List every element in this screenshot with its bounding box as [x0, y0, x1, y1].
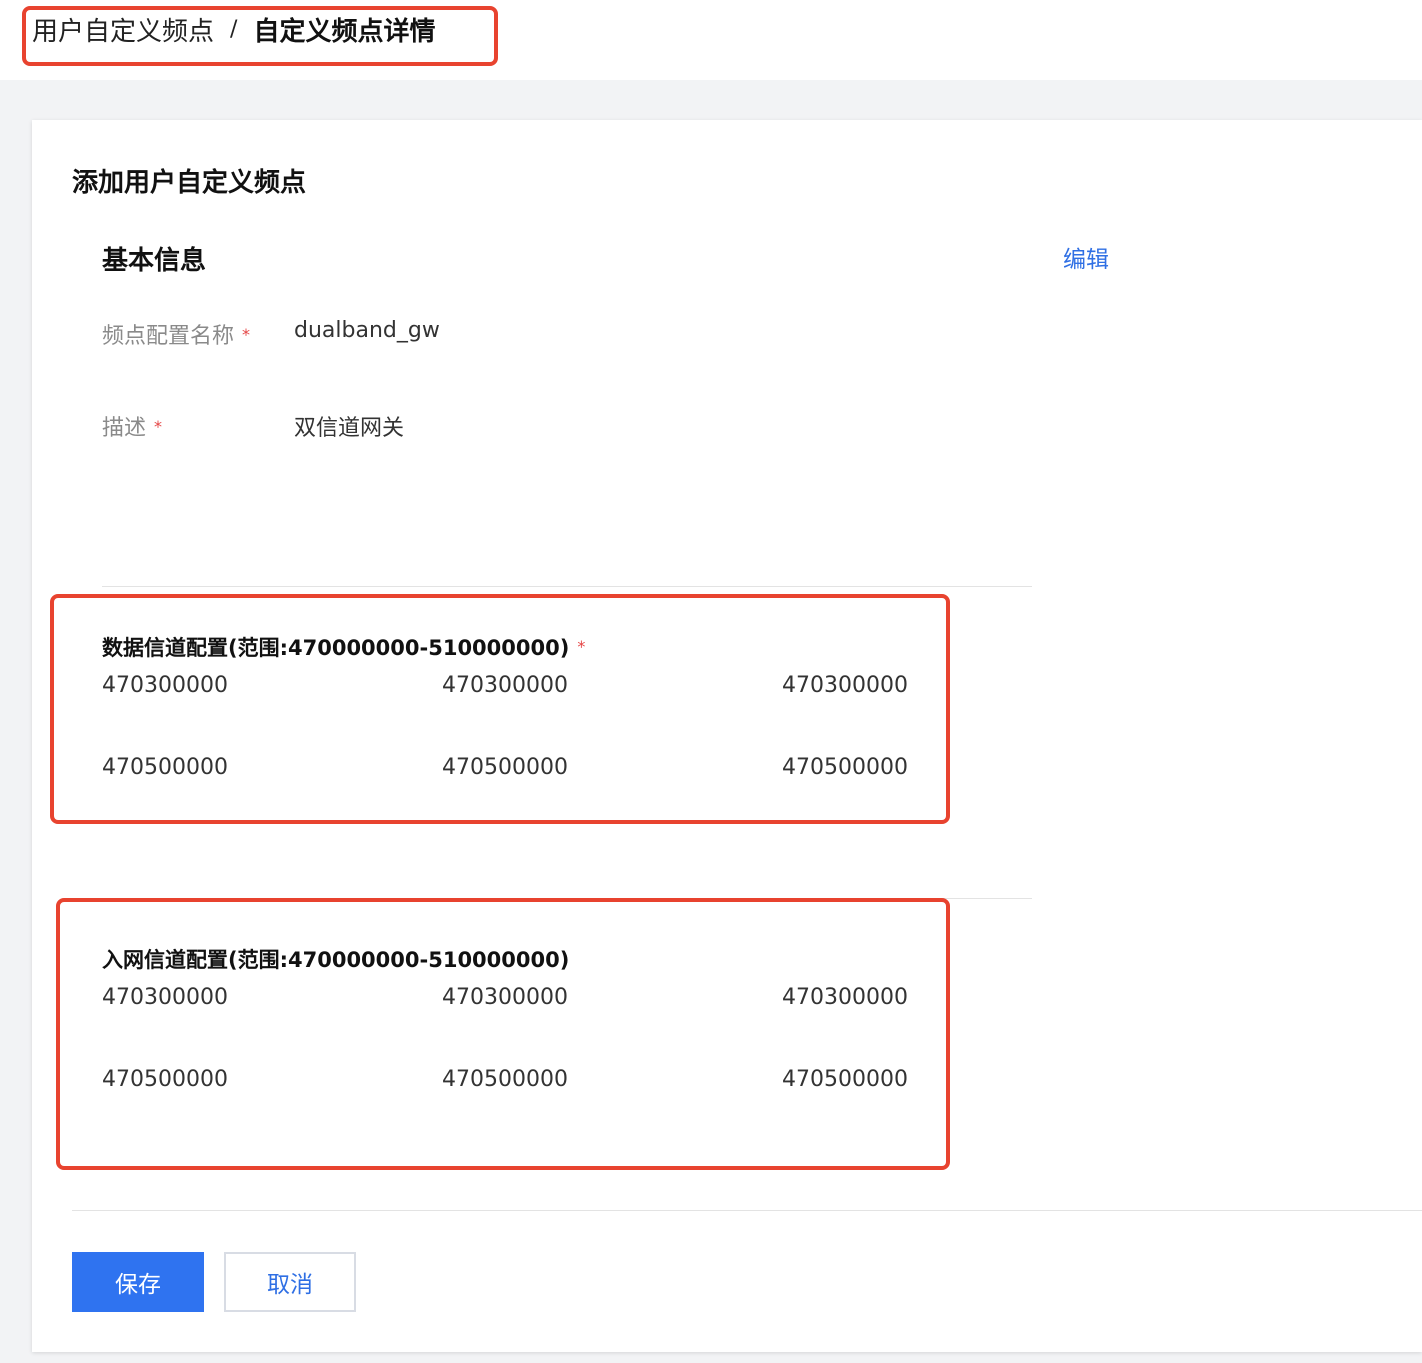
- breadcrumb-current: 自定义频点详情: [253, 16, 436, 47]
- join-channel-title: 入网信道配置(范围:470000000-510000000): [102, 948, 570, 972]
- join-channel-freq: 470300000: [782, 985, 908, 1010]
- data-channel-title: 数据信道配置(范围:470000000-510000000) *: [102, 632, 585, 662]
- description-label: 描述 *: [102, 410, 162, 442]
- data-channel-title-text: 数据信道配置(范围:470000000-510000000): [102, 636, 570, 660]
- config-name-value: dualband_gw: [294, 318, 440, 343]
- cancel-button[interactable]: 取消: [224, 1252, 356, 1312]
- top-bar: 用户自定义频点 / 自定义频点详情: [0, 0, 1422, 80]
- basic-info-title: 基本信息: [102, 246, 207, 276]
- data-channel-freq: 470500000: [442, 755, 568, 780]
- config-name-label: 频点配置名称 *: [102, 318, 250, 350]
- join-channel-freq: 470300000: [442, 985, 568, 1010]
- data-channel-freq: 470300000: [102, 673, 228, 698]
- required-mark: *: [242, 325, 251, 344]
- join-channel-freq: 470500000: [442, 1067, 568, 1092]
- breadcrumb-separator: /: [230, 16, 238, 42]
- data-channel-freq: 470500000: [782, 755, 908, 780]
- config-name-label-text: 频点配置名称: [102, 324, 235, 349]
- breadcrumb: 用户自定义频点 / 自定义频点详情: [32, 8, 435, 50]
- section-divider: [102, 898, 1032, 899]
- join-channel-freq: 470500000: [102, 1067, 228, 1092]
- description-value: 双信道网关: [294, 416, 405, 441]
- breadcrumb-parent-link[interactable]: 用户自定义频点: [32, 11, 214, 48]
- required-mark: *: [154, 417, 163, 436]
- save-button[interactable]: 保存: [72, 1252, 204, 1312]
- join-channel-freq: 470300000: [102, 985, 228, 1010]
- data-channel-freq: 470300000: [782, 673, 908, 698]
- data-channel-freq: 470300000: [442, 673, 568, 698]
- required-mark: *: [577, 637, 586, 656]
- card-title: 添加用户自定义频点: [72, 168, 307, 198]
- join-channel-freq: 470500000: [782, 1067, 908, 1092]
- data-channel-freq: 470500000: [102, 755, 228, 780]
- section-divider: [102, 586, 1032, 587]
- footer-divider: [72, 1210, 1422, 1211]
- edit-link[interactable]: 编辑: [1063, 240, 1109, 274]
- detail-card: [32, 120, 1422, 1352]
- description-label-text: 描述: [102, 416, 147, 441]
